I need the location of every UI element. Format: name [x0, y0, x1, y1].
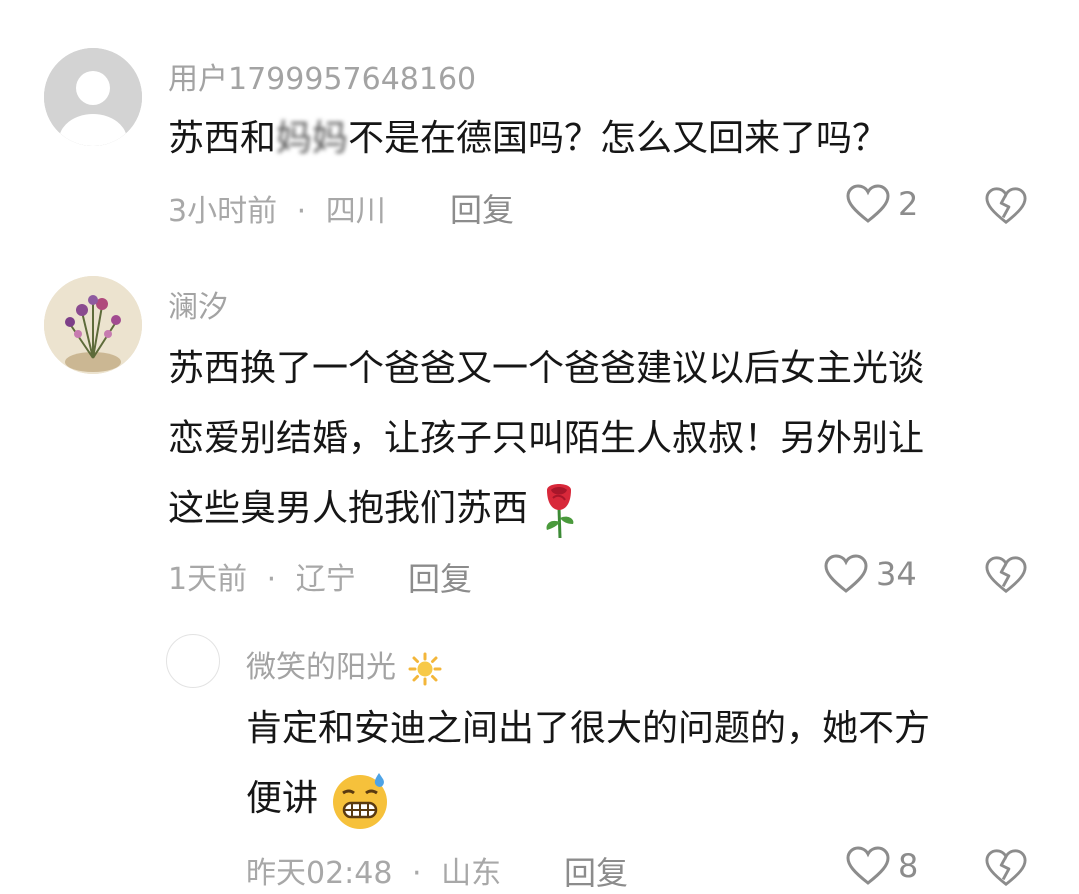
avatar[interactable] — [44, 48, 142, 146]
comment-text: 肯定和安迪之间出了很大的问题的，她不方 便讲 — [246, 694, 930, 834]
rose-emoji — [546, 484, 574, 539]
comment-time: 1天前 — [168, 562, 248, 597]
comment-line: 恋爱别结婚，让孩子只叫陌生人叔叔！另外别让 — [168, 418, 925, 459]
blurred-text: 妈妈 — [276, 118, 349, 159]
comment-meta: 昨天02:48 · 山东 — [246, 848, 501, 892]
sun-emoji — [408, 652, 442, 685]
comment-line-text: 这些臭男人抱我们苏西 — [168, 488, 529, 529]
reply-button[interactable]: 回复 — [408, 554, 472, 600]
comment-item: 微笑的阳光 肯定和安迪之间出了很大的问题的，她不方 便讲 昨天02:48 · 山… — [0, 620, 1079, 892]
comment-line: 肯定和安迪之间出了很大的问题的，她不方 — [246, 708, 931, 749]
default-user-icon — [44, 48, 142, 146]
comment-text-segment: 不是在德国吗？怎么又回来了吗？ — [348, 118, 889, 159]
avatar[interactable] — [44, 276, 142, 374]
like-button[interactable]: 2 — [846, 184, 918, 224]
comment-text: 苏西换了一个爸爸又一个爸爸建议以后女主光谈 恋爱别结婚，让孩子只叫陌生人叔叔！另… — [168, 334, 924, 544]
reply-button[interactable]: 回复 — [450, 185, 514, 231]
like-count: 34 — [876, 555, 917, 593]
broken-heart-icon[interactable] — [985, 186, 1027, 226]
comment-location: 四川 — [325, 194, 386, 229]
username-text: 微笑的阳光 — [246, 650, 396, 685]
comment-text: 苏西和妈妈不是在德国吗？怎么又回来了吗？ — [168, 104, 888, 174]
comment-time: 3小时前 — [168, 194, 278, 229]
flower-vase-avatar-icon — [44, 276, 142, 374]
comment-text-segment: 苏西和 — [168, 118, 277, 159]
comment-item: 澜汐 苏西换了一个爸爸又一个爸爸建议以后女主光谈 恋爱别结婚，让孩子只叫陌生人叔… — [0, 250, 1079, 620]
like-button[interactable]: 34 — [824, 554, 917, 594]
username[interactable]: 微笑的阳光 — [246, 642, 442, 686]
comment-meta: 3小时前 · 四川 — [168, 186, 386, 230]
like-count: 2 — [898, 185, 919, 223]
avatar[interactable] — [166, 634, 220, 688]
comment-item: 用户1799957648160 苏西和妈妈不是在德国吗？怎么又回来了吗？ 3小时… — [0, 0, 1079, 250]
comment-location: 辽宁 — [295, 562, 356, 597]
heart-icon — [846, 184, 890, 223]
like-count: 8 — [898, 847, 919, 885]
grimacing-sweat-emoji — [333, 773, 388, 829]
comment-line: 苏西换了一个爸爸又一个爸爸建议以后女主光谈 — [168, 348, 925, 389]
broken-heart-icon[interactable] — [985, 555, 1027, 595]
comment-line: 便讲 — [246, 764, 930, 834]
comment-line-text: 便讲 — [246, 778, 319, 819]
separator: · — [266, 562, 277, 597]
comment-line: 这些臭男人抱我们苏西 — [168, 474, 924, 544]
reply-button[interactable]: 回复 — [564, 848, 628, 894]
heart-icon — [846, 846, 890, 885]
like-button[interactable]: 8 — [846, 846, 918, 886]
username[interactable]: 澜汐 — [168, 282, 228, 326]
heart-icon — [824, 554, 868, 593]
comment-meta: 1天前 · 辽宁 — [168, 554, 356, 598]
username[interactable]: 用户1799957648160 — [168, 54, 476, 98]
separator: · — [296, 194, 307, 229]
broken-heart-icon[interactable] — [985, 848, 1027, 888]
